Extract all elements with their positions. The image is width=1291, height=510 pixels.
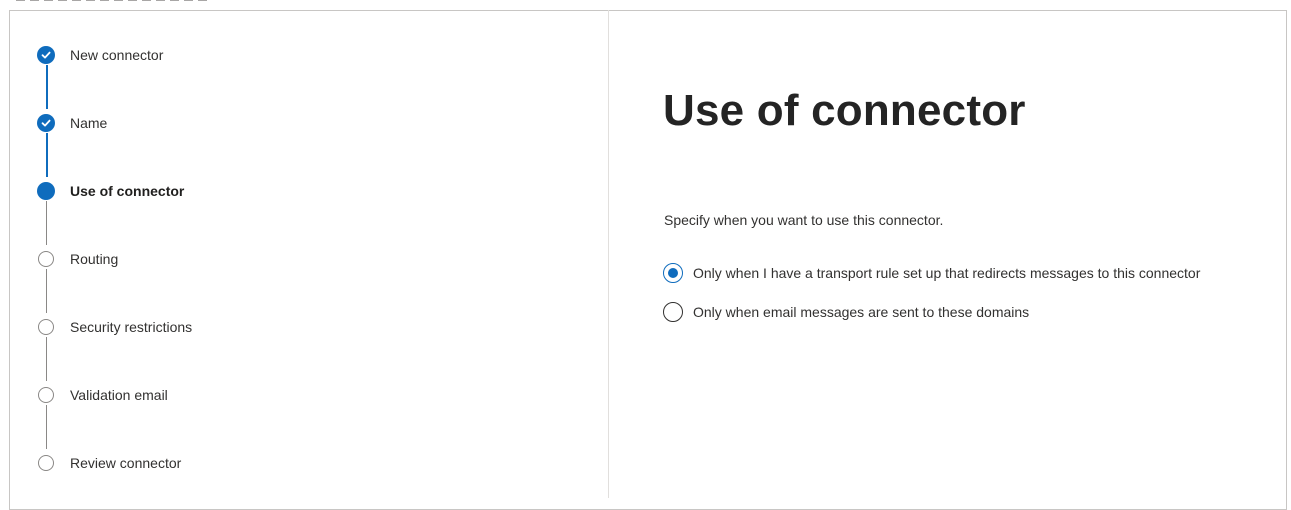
empty-circle-icon: [38, 251, 54, 267]
radio-option-domains[interactable]: Only when email messages are sent to the…: [663, 301, 1029, 323]
step-connector-1: [46, 65, 48, 109]
filled-circle-icon: [37, 182, 55, 200]
step-name[interactable]: Name: [37, 113, 107, 133]
step-routing: Routing: [37, 249, 118, 269]
step-label: Use of connector: [70, 183, 185, 199]
step-review-connector: Review connector: [37, 453, 181, 473]
page-title: Use of connector: [663, 86, 1026, 135]
radio-button[interactable]: [663, 302, 683, 322]
step-connector-2: [46, 133, 48, 177]
radio-label[interactable]: Only when email messages are sent to the…: [693, 304, 1029, 320]
radio-label[interactable]: Only when I have a transport rule set up…: [693, 265, 1200, 281]
empty-circle-icon: [38, 455, 54, 471]
step-validation-email: Validation email: [37, 385, 168, 405]
step-label: Routing: [70, 251, 119, 267]
panel-divider: [608, 10, 609, 498]
radio-dot-icon: [668, 268, 678, 278]
step-use-of-connector[interactable]: Use of connector: [37, 181, 184, 201]
checkmark-icon: [37, 114, 55, 132]
step-connector-4: [46, 269, 47, 313]
radio-option-transport-rule[interactable]: Only when I have a transport rule set up…: [663, 262, 1200, 284]
radio-button-selected[interactable]: [663, 263, 683, 283]
checkmark-icon: [37, 46, 55, 64]
step-label: Validation email: [70, 387, 168, 403]
step-connector-6: [46, 405, 47, 449]
empty-circle-icon: [38, 319, 54, 335]
step-connector-5: [46, 337, 47, 381]
step-label: New connector: [70, 47, 164, 63]
step-new-connector[interactable]: New connector: [37, 45, 163, 65]
cropped-header-text: [16, 0, 212, 2]
wizard-panel: [9, 10, 1287, 510]
step-label: Review connector: [70, 455, 182, 471]
empty-circle-icon: [38, 387, 54, 403]
step-label: Security restrictions: [70, 319, 193, 335]
page-description: Specify when you want to use this connec…: [664, 212, 944, 228]
step-label: Name: [70, 115, 108, 131]
step-connector-3: [46, 201, 47, 245]
step-security-restrictions: Security restrictions: [37, 317, 192, 337]
